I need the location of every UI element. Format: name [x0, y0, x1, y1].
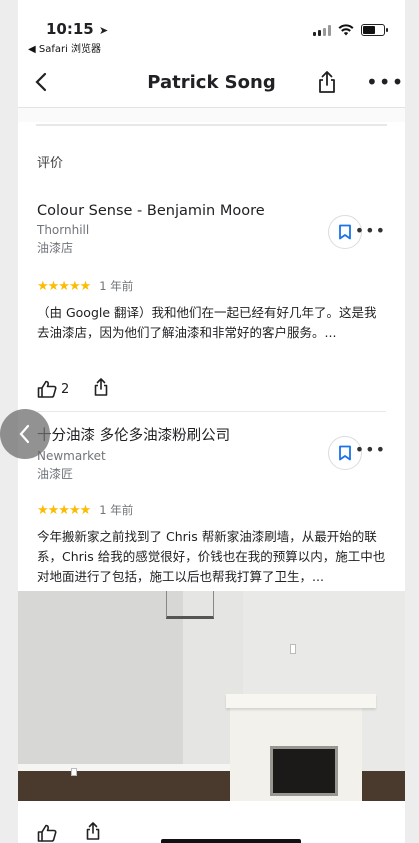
wifi-icon	[338, 24, 354, 36]
bookmark-icon	[339, 445, 351, 461]
review-place-category: 油漆匠	[37, 467, 74, 481]
review-text[interactable]: 今年搬新家之前找到了 Chris 帮新家油漆刷墙，从最开始的联系，Chris 给…	[37, 527, 386, 587]
review-photo[interactable]	[18, 591, 405, 801]
review-more-button[interactable]: •••	[355, 221, 386, 240]
like-button[interactable]	[37, 824, 61, 842]
bookmark-icon	[339, 224, 351, 240]
cellular-signal-icon	[313, 24, 331, 36]
section-divider	[36, 124, 387, 126]
status-icons	[313, 24, 388, 36]
more-horizontal-icon: •••	[366, 70, 405, 94]
share-review-button[interactable]	[83, 821, 103, 843]
status-time: 10:15 ➤	[46, 20, 108, 38]
reviews-section: 评价 Colour Sense - Benjamin Moore Thornhi…	[18, 142, 405, 843]
review-actions: 2	[37, 377, 386, 401]
battery-icon	[361, 24, 388, 36]
page-title: Patrick Song	[147, 72, 276, 93]
phone-screen: 10:15 ➤ ◀ Safari 浏览器 Patrick Song ••• 评价…	[18, 0, 405, 843]
more-horizontal-icon: •••	[354, 221, 386, 240]
review-age: 1 年前	[99, 279, 134, 293]
share-button[interactable]	[314, 69, 340, 95]
star-rating: ★★★★★	[37, 502, 91, 518]
more-options-button[interactable]: •••	[366, 72, 404, 92]
chevron-left-icon	[19, 424, 30, 444]
share-icon	[94, 378, 108, 396]
star-rating: ★★★★★	[37, 278, 91, 294]
share-review-button[interactable]	[91, 377, 111, 401]
status-bar: 10:15 ➤ ◀ Safari 浏览器	[18, 0, 405, 56]
location-arrow-icon: ➤	[98, 24, 109, 37]
top-app-bar: Patrick Song •••	[18, 56, 405, 108]
like-count: 2	[61, 381, 70, 397]
back-to-app-link[interactable]: ◀ Safari 浏览器	[28, 40, 101, 55]
status-time-text: 10:15	[46, 20, 94, 38]
thumbs-up-icon	[37, 824, 57, 842]
assistive-back-button[interactable]	[0, 409, 50, 459]
review-divider	[37, 411, 386, 412]
share-icon	[86, 822, 100, 840]
review-age: 1 年前	[99, 503, 134, 517]
review-text[interactable]: （由 Google 翻译）我和他们在一起已经有好几年了。这是我去油漆店，因为他们…	[37, 303, 386, 343]
review-place-name[interactable]: Colour Sense - Benjamin Moore	[37, 203, 386, 219]
more-horizontal-icon: •••	[354, 440, 386, 459]
previous-section-bottom	[18, 108, 405, 122]
review-more-button[interactable]: •••	[355, 440, 386, 459]
review-card[interactable]: 十分油漆 多伦多油漆粉刷公司 Newmarket 油漆匠 ••• ★★★★★ 1…	[18, 424, 405, 587]
review-rating-row: ★★★★★ 1 年前	[37, 502, 386, 518]
review-card[interactable]: Colour Sense - Benjamin Moore Thornhill …	[18, 203, 405, 412]
review-rating-row: ★★★★★ 1 年前	[37, 278, 386, 294]
like-button[interactable]: 2	[37, 380, 69, 398]
home-indicator[interactable]	[161, 839, 301, 843]
chandelier	[166, 591, 214, 619]
section-title: 评价	[37, 156, 64, 171]
thumbs-up-icon	[37, 380, 57, 398]
share-icon	[319, 71, 335, 93]
